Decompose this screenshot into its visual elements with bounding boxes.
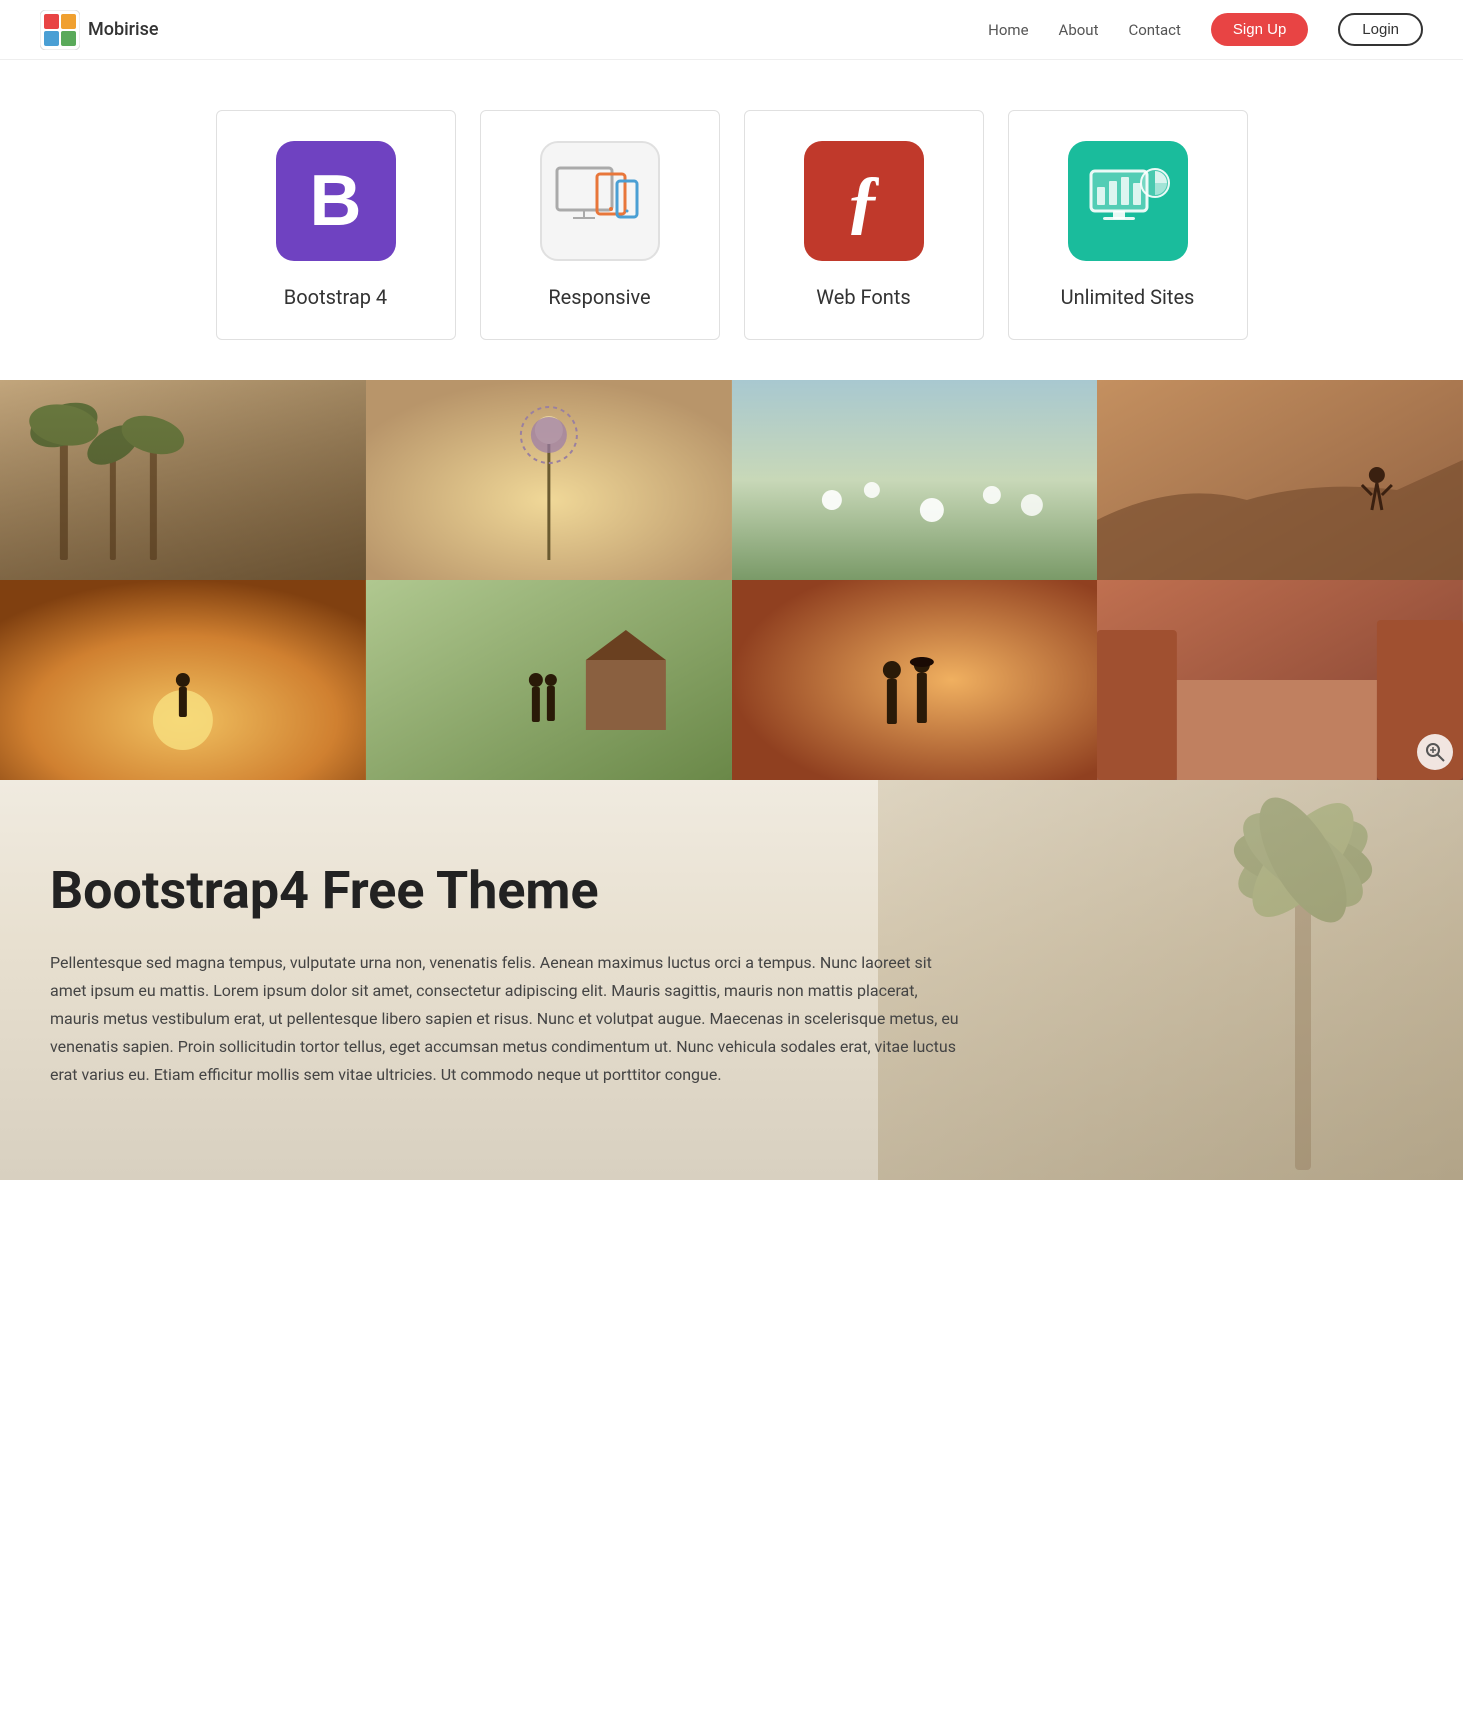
gallery-image-4 — [1097, 380, 1463, 580]
gallery-image-8 — [1097, 580, 1463, 780]
nav-item-about[interactable]: About — [1059, 20, 1099, 39]
feature-label-webfonts: Web Fonts — [816, 285, 910, 309]
gallery-cell-6 — [366, 580, 732, 780]
gallery-cell-1 — [0, 380, 366, 580]
nav-item-login[interactable]: Login — [1338, 13, 1423, 46]
feature-card-responsive: Responsive — [480, 110, 720, 340]
bootstrap-icon: B — [276, 141, 396, 261]
unlimited-sites-icon — [1083, 161, 1173, 241]
feature-label-bootstrap: Bootstrap 4 — [284, 285, 387, 309]
gallery-cell-4 — [1097, 380, 1463, 580]
nav-link-contact[interactable]: Contact — [1128, 21, 1180, 39]
feature-card-bootstrap: B Bootstrap 4 — [216, 110, 456, 340]
content-body: Pellentesque sed magna tempus, vulputate… — [50, 949, 970, 1089]
navbar: Mobirise Home About Contact Sign Up Logi… — [0, 0, 1463, 60]
background-palm-icon — [1203, 780, 1403, 1180]
gallery-cell-7 — [732, 580, 1098, 780]
gallery-cell-8 — [1097, 580, 1463, 780]
gallery-image-1 — [0, 380, 366, 580]
nav-links: Home About Contact Sign Up Login — [988, 13, 1423, 46]
gallery-image-5 — [0, 580, 366, 780]
nav-link-about[interactable]: About — [1059, 21, 1099, 39]
gallery-image-3 — [732, 380, 1098, 580]
unlimited-icon — [1068, 141, 1188, 261]
zoom-icon — [1424, 741, 1446, 763]
gallery-image-2 — [366, 380, 732, 580]
nav-item-signup[interactable]: Sign Up — [1211, 13, 1308, 46]
brand-name: Mobirise — [88, 19, 159, 40]
nav-item-home[interactable]: Home — [988, 20, 1028, 39]
webfonts-icon: ƒ — [804, 141, 924, 261]
responsive-devices-icon — [555, 166, 645, 236]
brand-logo-link[interactable]: Mobirise — [40, 10, 159, 50]
features-section: B Bootstrap 4 Responsive ƒ Web Fonts — [0, 60, 1463, 380]
gallery-cell-5 — [0, 580, 366, 780]
feature-card-webfonts: ƒ Web Fonts — [744, 110, 984, 340]
gallery-section — [0, 380, 1463, 780]
gallery-image-6 — [366, 580, 732, 780]
content-section: Bootstrap4 Free Theme Pellentesque sed m… — [0, 780, 1463, 1180]
gallery-cell-3 — [732, 380, 1098, 580]
brand-logo-icon — [40, 10, 80, 50]
zoom-button[interactable] — [1417, 734, 1453, 770]
feature-label-responsive: Responsive — [548, 285, 650, 309]
feature-card-unlimited: Unlimited Sites — [1008, 110, 1248, 340]
feature-label-unlimited: Unlimited Sites — [1061, 285, 1195, 309]
gallery-cell-2 — [366, 380, 732, 580]
signup-button[interactable]: Sign Up — [1211, 13, 1308, 46]
nav-link-home[interactable]: Home — [988, 21, 1028, 39]
gallery-image-7 — [732, 580, 1098, 780]
login-button[interactable]: Login — [1338, 13, 1423, 46]
nav-item-contact[interactable]: Contact — [1128, 20, 1180, 39]
content-heading: Bootstrap4 Free Theme — [50, 860, 1413, 921]
responsive-icon — [540, 141, 660, 261]
